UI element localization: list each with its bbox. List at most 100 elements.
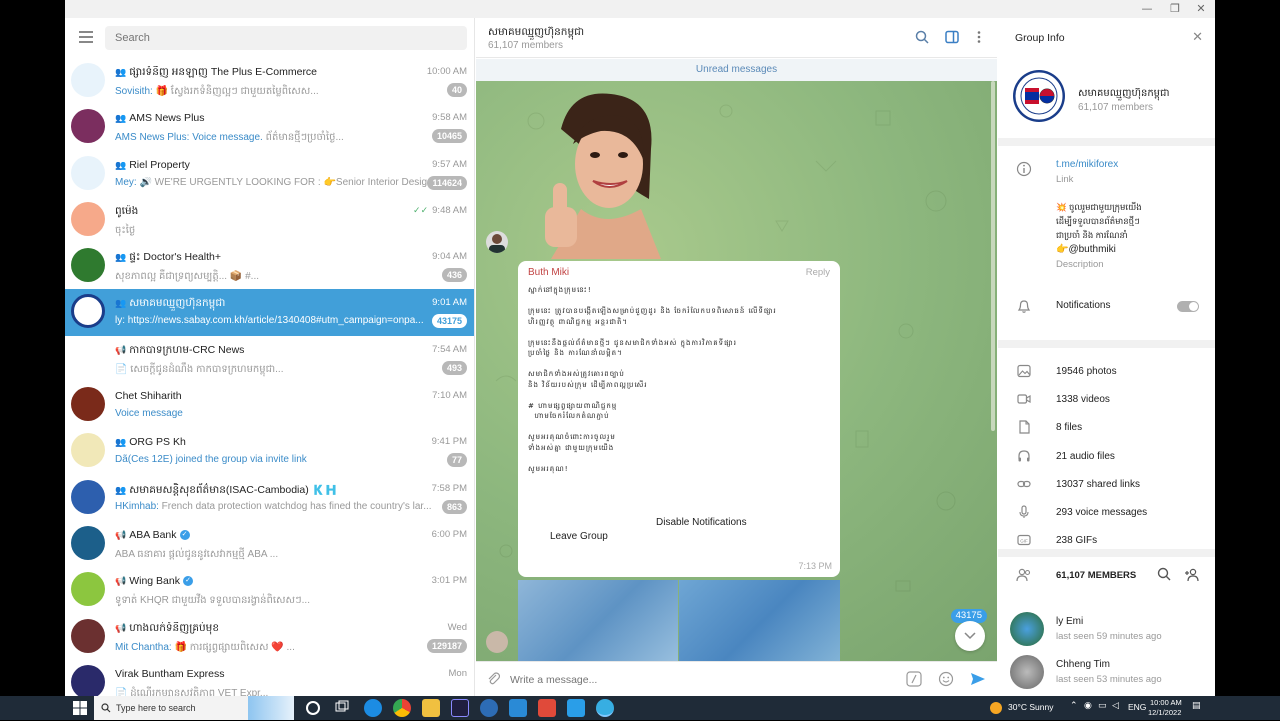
shared-media-audio[interactable]: 21 audio files [998, 443, 1215, 471]
app-icon[interactable] [538, 699, 556, 717]
windows-start-icon[interactable] [72, 700, 88, 716]
app-icon[interactable] [480, 699, 498, 717]
chat-list-item[interactable]: Virak Buntham Express Mon 📄 ដំណើរកម្សាន្តស… [65, 660, 474, 696]
clock-time[interactable]: 10:00 AM [1150, 698, 1182, 707]
chat-name-text: ផ្ទះ Doctor's Health+ [129, 251, 221, 264]
app-icon[interactable] [509, 699, 527, 717]
shared-media-file[interactable]: 8 files [998, 414, 1215, 442]
telegram-taskbar-icon[interactable] [596, 699, 614, 717]
shared-media-mic[interactable]: 293 voice messages [998, 499, 1215, 527]
side-panel-toggle-icon[interactable] [944, 30, 960, 46]
chat-avatar [71, 63, 105, 97]
search-icon[interactable] [914, 30, 930, 46]
chat-list-item[interactable]: 📢 Wing Bank ✓ 3:01 PM ទូទាត់ KHQR ជាមួយវីង ទ… [65, 567, 474, 613]
sender-avatar[interactable] [486, 631, 508, 653]
weather-text[interactable]: 30°C Sunny [1008, 702, 1053, 712]
chat-preview-sender: Dã(Ces 12E) joined the group via invite … [115, 454, 307, 466]
group-icon: 👥 [115, 67, 127, 77]
task-view-icon[interactable] [334, 699, 352, 717]
scroll-down-button[interactable] [955, 621, 985, 651]
chat-list-item[interactable]: 📢 កាកបាទក្រហម-CRC News 7:54 AM 📄 សេចក្តីជូន… [65, 336, 474, 382]
description-handle[interactable]: 👉@buthmiki [1056, 244, 1116, 255]
chat-preview-text: ចុះថ្ងៃ [115, 224, 136, 236]
bot-commands-icon[interactable] [905, 671, 923, 689]
attach-icon[interactable] [484, 671, 502, 689]
blurred-photo-1[interactable] [518, 580, 678, 661]
chat-preview: Sovisith: 🎁 ស្វែងរកទំនិញល្អៗ ជាមួយតម្លៃព… [115, 84, 435, 99]
shared-media-photo[interactable]: 19546 photos [998, 358, 1215, 386]
member-item[interactable]: ly Emi last seen 59 minutes ago [998, 608, 1215, 651]
close-window-button[interactable]: ✕ [1189, 2, 1213, 16]
file-explorer-icon[interactable] [422, 699, 440, 717]
chat-time-text: Mon [448, 667, 467, 679]
chat-name: 📢 Wing Bank ✓ [115, 575, 375, 587]
chevron-down-icon [964, 632, 976, 640]
send-icon[interactable] [969, 671, 987, 689]
clock-date[interactable]: 12/1/2022 [1148, 708, 1181, 717]
chat-time: ✓✓ 9:48 AM [413, 205, 467, 216]
notification-center-icon[interactable]: ▤ [1192, 701, 1201, 711]
shared-media-link[interactable]: 13037 shared links [998, 471, 1215, 499]
search-input[interactable] [105, 26, 467, 50]
hamburger-menu-icon[interactable] [75, 28, 97, 48]
chat-name-text: កាកបាទក្រហម-CRC News [129, 343, 245, 356]
group-icon: 👥 [115, 484, 127, 495]
shared-media-video[interactable]: 1338 videos [998, 386, 1215, 414]
sender-avatar[interactable] [486, 231, 508, 253]
reply-button[interactable]: Reply [806, 267, 830, 278]
shared-media-label: 8 files [1056, 422, 1083, 434]
message-bubble[interactable]: Buth Miki Reply ស្នាក់នៅក្នុងក្រុមនេះ! ក… [518, 261, 840, 577]
member-avatar [1010, 655, 1044, 689]
chat-list-item[interactable]: ពូម៉េង ✓✓ 9:48 AM ចុះថ្ងៃ [65, 197, 474, 243]
emoji-icon[interactable] [937, 671, 955, 689]
message-author[interactable]: Buth Miki [528, 267, 569, 278]
group-icon: 👥 [115, 298, 127, 309]
volume-icon[interactable]: ◁ [1112, 701, 1119, 711]
conversation-member-count: 61,107 members [488, 40, 564, 51]
chat-name: 👥 សមាគមសន្តិសុខព័ត៌មាន(ISAC-Cambodia) 🇰🇭 [115, 483, 375, 499]
chat-list-item[interactable]: 👥 Riel Property 9:57 AM Mey: 🔊 WE'RE URGENT… [65, 151, 474, 197]
chat-list-item[interactable]: 📢 ហាងលក់ទំនិញគ្រប់មុខ Wed Mit Chantha: 🎁 កា… [65, 614, 474, 660]
chat-list-item[interactable]: 📢 ABA Bank ✓ 6:00 PM ABA ធនាគារ ផ្តល់ជូននូវស… [65, 521, 474, 567]
group-link[interactable]: t.me/mikiforex [1056, 159, 1118, 170]
search-members-icon[interactable] [1156, 567, 1172, 583]
after-effects-icon[interactable] [451, 699, 469, 717]
cortana-icon[interactable] [306, 701, 320, 715]
chat-list-item[interactable]: 👥 AMS News Plus 9:58 AM AMS News Plus: Voic… [65, 104, 474, 150]
thumbs-up-sticker[interactable] [531, 89, 671, 259]
tray-icon[interactable]: ◉ [1084, 701, 1092, 711]
chat-list-item[interactable]: 👥 សមាគមសន្តិសុខព័ត៌មាន(ISAC-Cambodia) 🇰🇭 7… [65, 475, 474, 521]
chat-time-text: 9:58 AM [432, 112, 467, 124]
language-indicator[interactable]: ENG [1128, 702, 1146, 712]
add-member-icon[interactable] [1184, 567, 1200, 583]
taskbar-search-input[interactable]: Type here to search [94, 696, 294, 720]
chat-time: 9:41 PM [432, 436, 467, 447]
member-item[interactable]: Chheng Tim last seen 53 minutes ago [998, 651, 1215, 694]
chat-list-item[interactable]: 👥 ផ្ទះ Doctor's Health+ 9:04 AM សុខភាពល្អ គ… [65, 243, 474, 289]
chat-list-item[interactable]: 👥 សមាគមឈ្មួញហ៊ុនកម្ពុជា 9:01 AM ly: https:/… [65, 289, 474, 336]
more-options-icon[interactable] [971, 30, 987, 46]
conversation-header[interactable]: សមាគមឈ្មួញហ៊ុនកម្ពុជា 61,107 members [476, 18, 997, 58]
shared-media-label: 13037 shared links [1056, 478, 1140, 490]
group-avatar[interactable] [1013, 70, 1065, 122]
group-member-count: 61,107 members [1078, 102, 1154, 113]
chrome-icon[interactable] [393, 699, 411, 717]
edge-icon[interactable] [364, 699, 382, 717]
chat-scrollbar[interactable] [991, 81, 995, 431]
message-input[interactable] [510, 671, 890, 689]
battery-icon[interactable]: ▭ [1098, 701, 1107, 711]
blurred-photo-2[interactable] [679, 580, 840, 661]
app-icon[interactable] [567, 699, 585, 717]
chat-avatar [71, 572, 105, 607]
shared-media-gif[interactable]: GIF 238 GIFs [998, 527, 1215, 555]
chat-preview: ទូទាត់ KHQR ជាមួយវីង ទទួលបានរង្វាន់ពិសេស… [115, 593, 435, 608]
minimize-button[interactable]: — [1135, 2, 1159, 16]
notifications-toggle[interactable] [1177, 301, 1199, 312]
close-icon[interactable]: ✕ [1192, 30, 1203, 45]
network-icon[interactable]: ⌃ [1070, 701, 1078, 711]
chat-list-item[interactable]: Chet Shiharith 7:10 AM Voice message [65, 382, 474, 428]
maximize-button[interactable]: ❐ [1163, 2, 1187, 16]
chat-list-item[interactable]: 👥 ផ្សារទំនិញ អនឡាញ The Plus E-Commerce 10:… [65, 58, 474, 104]
chat-list-item[interactable]: 👥 ORG PS Kh 9:41 PM Dã(Ces 12E) joined the … [65, 428, 474, 474]
member-name: Chheng Tim [1056, 659, 1110, 670]
